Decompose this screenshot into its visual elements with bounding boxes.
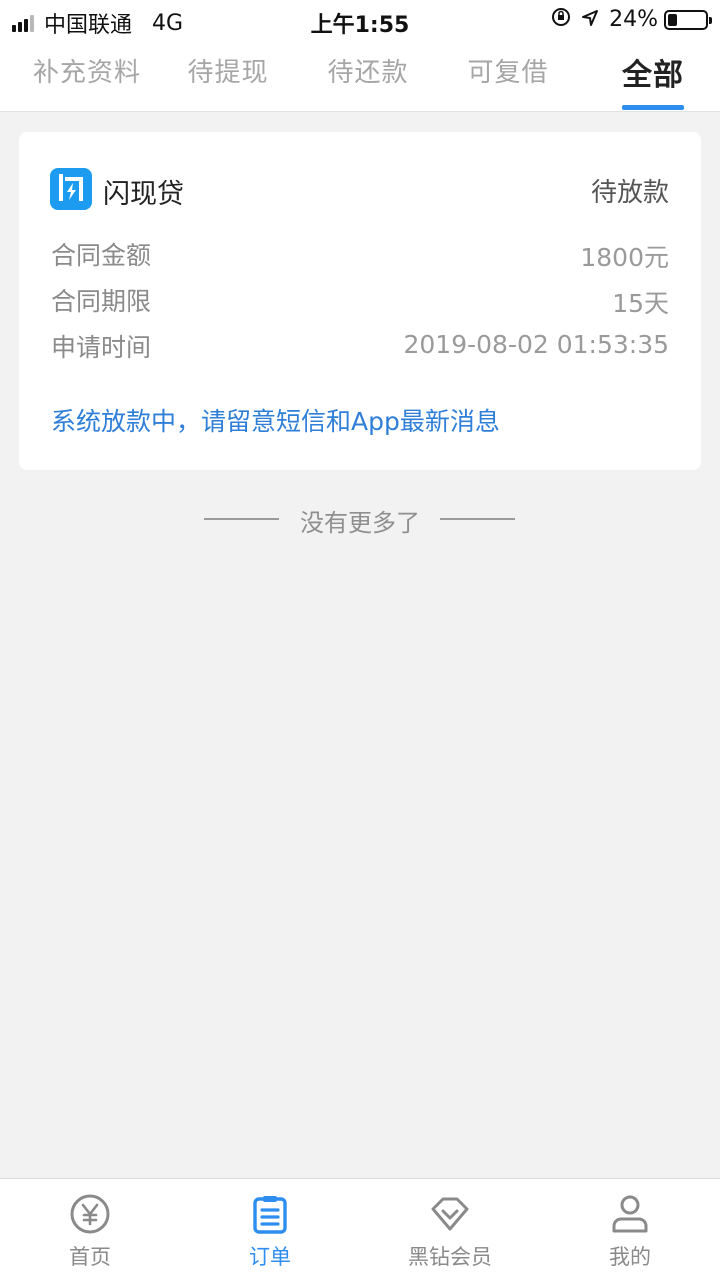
tab-pending-withdraw[interactable]: 待提现 bbox=[158, 52, 298, 89]
nav-label-home: 首页 bbox=[69, 1245, 111, 1269]
order-filter-tabs: 补充资料 待提现 待还款 可复借 全部 bbox=[0, 40, 720, 112]
disbursement-notice: 系统放款中，请留意短信和App最新消息 bbox=[51, 407, 500, 436]
order-card[interactable]: 闪现贷 待放款 合同金额 1800元 合同期限 15天 申请时间 2019-08… bbox=[19, 132, 701, 470]
contract-term-value: 15天 bbox=[612, 289, 669, 318]
status-bar: 中国联通 4G 上午1:55 24% bbox=[0, 0, 720, 40]
location-arrow-icon bbox=[581, 8, 599, 32]
yen-coin-icon bbox=[70, 1194, 110, 1234]
nav-label-mine: 我的 bbox=[609, 1245, 651, 1269]
tab-reborrow[interactable]: 可复借 bbox=[438, 52, 578, 89]
orientation-lock-icon bbox=[551, 7, 571, 32]
apply-time-value: 2019-08-02 01:53:35 bbox=[403, 330, 669, 359]
active-tab-indicator bbox=[622, 105, 684, 110]
tab-pending-repay[interactable]: 待还款 bbox=[298, 52, 438, 89]
clipboard-list-icon bbox=[253, 1196, 287, 1234]
nav-item-orders[interactable]: 订单 bbox=[180, 1179, 360, 1280]
tab-supplement-info[interactable]: 补充资料 bbox=[17, 52, 157, 89]
nav-label-black-diamond: 黑钻会员 bbox=[408, 1245, 492, 1269]
battery-percent: 24% bbox=[609, 7, 658, 32]
battery-icon bbox=[664, 9, 712, 30]
diamond-icon bbox=[431, 1197, 469, 1231]
contract-amount-label: 合同金额 bbox=[51, 241, 152, 270]
list-end-divider: 没有更多了 bbox=[0, 503, 720, 537]
tab-all[interactable]: 全部 bbox=[583, 50, 720, 94]
product-name: 闪现贷 bbox=[103, 179, 184, 210]
nav-item-mine[interactable]: 我的 bbox=[540, 1179, 720, 1280]
contract-amount-value: 1800元 bbox=[580, 243, 669, 272]
contract-term-label: 合同期限 bbox=[51, 287, 152, 316]
order-status: 待放款 bbox=[590, 178, 669, 208]
list-end-text: 没有更多了 bbox=[300, 509, 420, 537]
status-right: 24% bbox=[551, 7, 712, 32]
bottom-nav: 首页 订单 黑钻会员 我的 bbox=[0, 1178, 720, 1280]
nav-item-black-diamond[interactable]: 黑钻会员 bbox=[360, 1179, 540, 1280]
divider-line-right bbox=[440, 518, 515, 520]
product-logo-icon bbox=[50, 168, 92, 210]
nav-label-orders: 订单 bbox=[249, 1245, 291, 1269]
apply-time-label: 申请时间 bbox=[51, 333, 152, 362]
nav-item-home[interactable]: 首页 bbox=[0, 1179, 180, 1280]
user-icon bbox=[612, 1195, 648, 1233]
